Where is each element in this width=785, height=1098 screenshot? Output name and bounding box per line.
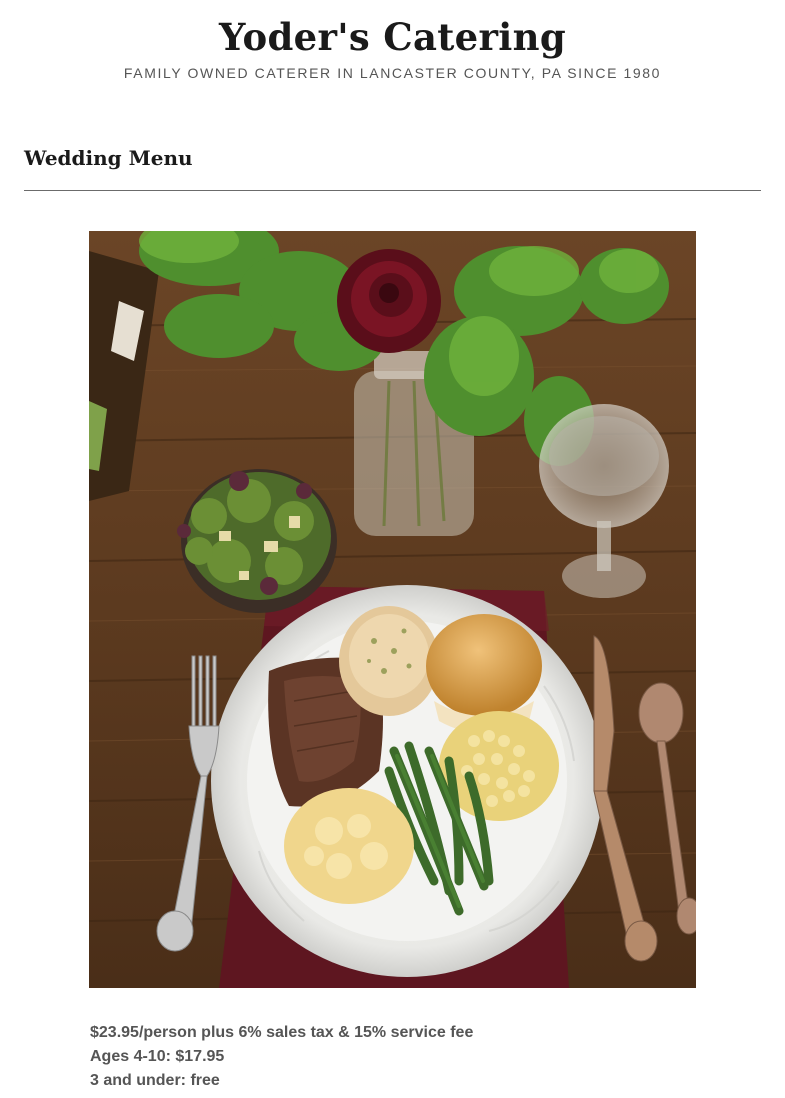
title-divider [24, 190, 761, 191]
price-toddlers: 3 and under: free [90, 1072, 220, 1089]
page-title: Wedding Menu [24, 146, 193, 170]
site-tagline: FAMILY OWNED CATERER IN LANCASTER COUNTY… [123, 65, 662, 81]
wedding-meal-photo [89, 231, 696, 988]
site-header: Yoder's Catering FAMILY OWNED CATERER IN… [0, 0, 785, 81]
price-children: Ages 4-10: $17.95 [90, 1048, 225, 1065]
site-title[interactable]: Yoder's Catering [0, 14, 785, 60]
price-per-person: $23.95/person plus 6% sales tax & 15% se… [90, 1024, 474, 1041]
pricing-info: $23.95/person plus 6% sales tax & 15% se… [90, 1021, 473, 1093]
